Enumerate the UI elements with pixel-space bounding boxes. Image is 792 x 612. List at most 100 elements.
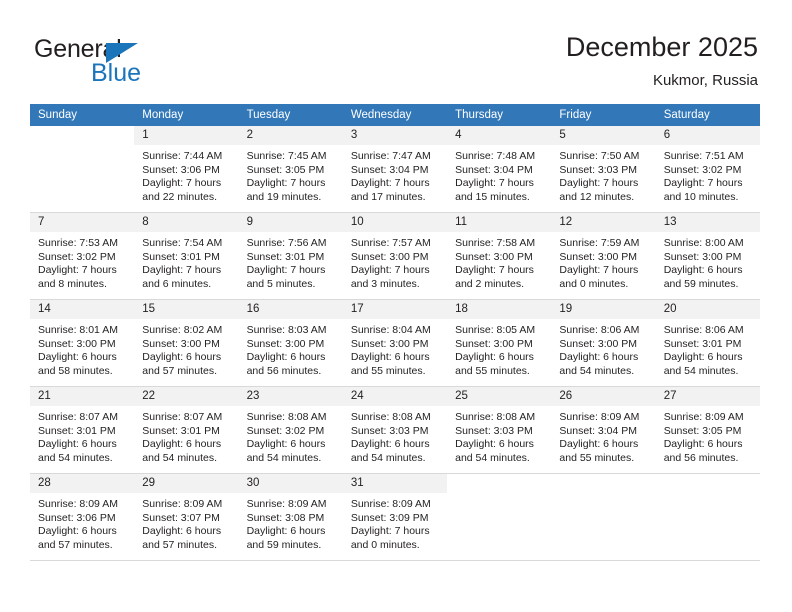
day-sun-info [30,145,134,150]
sunset-text: Sunset: 3:00 PM [455,337,533,350]
daylight-text-line2: and 8 minutes. [38,277,107,290]
day-number: 12 [551,213,656,232]
day-sun-info: Sunrise: 8:04 AM Sunset: 3:00 PM Daylight:… [343,319,447,378]
daylight-text-line2: and 0 minutes. [559,277,629,290]
daylight-text-line2: and 54 minutes. [38,451,113,464]
daylight-text-line2: and 15 minutes. [455,190,530,203]
calendar-day-cell[interactable]: 8 Sunrise: 7:54 AM Sunset: 3:01 PM Daylight… [134,212,239,300]
daylight-text-line1: Daylight: 6 hours [663,264,743,277]
calendar-day-cell[interactable]: 16 Sunrise: 8:03 AM Sunset: 3:00 PM Dayligh… [238,299,343,387]
weekday-header-friday: Friday [551,104,656,126]
brand-logo[interactable]: General Blue [34,36,234,92]
daylight-text-line1: Daylight: 6 hours [246,351,326,364]
daylight-text-line1: Daylight: 7 hours [350,264,430,277]
sunset-text: Sunset: 3:00 PM [246,337,325,350]
sunrise-text: Sunrise: 7:51 AM [663,150,744,162]
day-sun-info: Sunrise: 8:07 AM Sunset: 3:01 PM Daylight:… [134,406,238,465]
day-sun-info: Sunrise: 8:06 AM Sunset: 3:00 PM Daylight:… [551,319,655,378]
daylight-text-line2: and 56 minutes. [246,364,322,377]
sunrise-text: Sunrise: 8:09 AM [663,411,744,423]
calendar-day-cell[interactable]: 3 Sunrise: 7:47 AM Sunset: 3:04 PM Daylight… [342,126,448,213]
calendar-week-row: 28 Sunrise: 8:09 AM Sunset: 3:06 PM Dayligh… [30,473,760,561]
calendar-day-cell[interactable]: 4 Sunrise: 7:48 AM Sunset: 3:04 PM Daylight… [447,126,552,213]
daylight-text-line1: Daylight: 7 hours [455,264,534,277]
calendar-day-cell-empty [30,126,135,213]
sunset-text: Sunset: 3:00 PM [559,250,638,263]
calendar-day-cell[interactable]: 29 Sunrise: 8:09 AM Sunset: 3:07 PM Dayligh… [134,473,239,561]
weekday-header-saturday: Saturday [655,104,760,126]
day-number: 17 [342,300,448,319]
daylight-text-line1: Daylight: 6 hours [663,351,743,364]
daylight-text-line2: and 54 minutes. [142,451,217,464]
daylight-text-line2: and 6 minutes. [142,277,212,290]
calendar-day-cell[interactable]: 20 Sunrise: 8:06 AM Sunset: 3:01 PM Dayligh… [655,299,760,387]
calendar-day-cell[interactable]: 7 Sunrise: 7:53 AM Sunset: 3:02 PM Daylight… [30,212,135,300]
daylight-text-line2: and 58 minutes. [38,364,113,377]
sunset-text: Sunset: 3:06 PM [38,511,116,524]
sunset-text: Sunset: 3:04 PM [559,424,638,437]
day-sun-info: Sunrise: 7:57 AM Sunset: 3:00 PM Daylight:… [343,232,447,291]
calendar-day-cell[interactable]: 27 Sunrise: 8:09 AM Sunset: 3:05 PM Dayligh… [655,386,760,474]
sunrise-text: Sunrise: 7:45 AM [246,150,327,162]
sunrise-text: Sunrise: 8:08 AM [350,411,431,423]
day-number: 29 [134,474,239,493]
day-sun-info: Sunrise: 8:09 AM Sunset: 3:07 PM Daylight:… [134,493,238,552]
calendar-day-cell[interactable]: 13 Sunrise: 8:00 AM Sunset: 3:00 PM Dayligh… [655,212,760,300]
calendar-day-cell[interactable]: 23 Sunrise: 8:08 AM Sunset: 3:02 PM Dayligh… [238,386,343,474]
day-sun-info: Sunrise: 7:54 AM Sunset: 3:01 PM Daylight:… [134,232,238,291]
daylight-text-line1: Daylight: 6 hours [559,438,639,451]
calendar-day-cell[interactable]: 22 Sunrise: 8:07 AM Sunset: 3:01 PM Dayligh… [134,386,239,474]
calendar-day-cell[interactable]: 26 Sunrise: 8:09 AM Sunset: 3:04 PM Dayligh… [551,386,656,474]
calendar-day-cell[interactable]: 2 Sunrise: 7:45 AM Sunset: 3:05 PM Daylight… [238,126,343,213]
calendar-day-cell[interactable]: 15 Sunrise: 8:02 AM Sunset: 3:00 PM Dayligh… [134,299,239,387]
sunset-text: Sunset: 3:01 PM [246,250,325,263]
day-number: 1 [134,126,239,145]
weekday-header-wednesday: Wednesday [342,104,448,126]
calendar-day-cell[interactable]: 6 Sunrise: 7:51 AM Sunset: 3:02 PM Daylight… [655,126,760,213]
calendar-day-cell[interactable]: 25 Sunrise: 8:08 AM Sunset: 3:03 PM Dayligh… [447,386,552,474]
calendar-day-cell[interactable]: 11 Sunrise: 7:58 AM Sunset: 3:00 PM Dayligh… [447,212,552,300]
calendar-day-cell[interactable]: 19 Sunrise: 8:06 AM Sunset: 3:00 PM Dayligh… [551,299,656,387]
sunset-text: Sunset: 3:00 PM [455,250,533,263]
day-number: 30 [238,474,343,493]
calendar-day-cell[interactable]: 28 Sunrise: 8:09 AM Sunset: 3:06 PM Dayligh… [30,473,135,561]
brand-name-bottom: Blue [91,59,142,87]
sunset-text: Sunset: 3:00 PM [350,337,429,350]
calendar-day-cell[interactable]: 5 Sunrise: 7:50 AM Sunset: 3:03 PM Daylight… [551,126,656,213]
page-header: General Blue December 2025 Kukmor, Russi… [0,0,792,104]
calendar-day-cell[interactable]: 18 Sunrise: 8:05 AM Sunset: 3:00 PM Dayligh… [447,299,552,387]
sunset-text: Sunset: 3:07 PM [142,511,220,524]
calendar-day-cell[interactable]: 9 Sunrise: 7:56 AM Sunset: 3:01 PM Daylight… [238,212,343,300]
calendar-day-cell[interactable]: 12 Sunrise: 7:59 AM Sunset: 3:00 PM Dayligh… [551,212,656,300]
day-sun-info: Sunrise: 8:09 AM Sunset: 3:08 PM Daylight:… [239,493,343,552]
day-number: 8 [134,213,239,232]
sunset-text: Sunset: 3:05 PM [663,424,742,437]
calendar-day-cell[interactable]: 1 Sunrise: 7:44 AM Sunset: 3:06 PM Daylight… [134,126,239,213]
day-sun-info: Sunrise: 7:44 AM Sunset: 3:06 PM Daylight:… [134,145,238,204]
calendar-day-cell[interactable]: 31 Sunrise: 8:09 AM Sunset: 3:09 PM Dayligh… [342,473,448,561]
day-sun-info: Sunrise: 8:08 AM Sunset: 3:03 PM Daylight:… [343,406,447,465]
calendar-day-cell[interactable]: 14 Sunrise: 8:01 AM Sunset: 3:00 PM Dayligh… [30,299,135,387]
daylight-text-line2: and 12 minutes. [559,190,635,203]
calendar-day-cell[interactable]: 17 Sunrise: 8:04 AM Sunset: 3:00 PM Dayligh… [342,299,448,387]
calendar-day-cell[interactable]: 10 Sunrise: 7:57 AM Sunset: 3:00 PM Dayligh… [342,212,448,300]
daylight-text-line1: Daylight: 7 hours [559,264,639,277]
sunset-text: Sunset: 3:02 PM [38,250,116,263]
sunset-text: Sunset: 3:03 PM [559,163,638,176]
day-number: 19 [551,300,656,319]
day-sun-info: Sunrise: 7:51 AM Sunset: 3:02 PM Daylight:… [656,145,760,204]
day-number: 25 [447,387,552,406]
daylight-text-line1: Daylight: 6 hours [142,525,222,538]
sunset-text: Sunset: 3:00 PM [663,250,742,263]
day-number: 23 [238,387,343,406]
day-sun-info [447,493,551,498]
calendar-day-cell[interactable]: 21 Sunrise: 8:07 AM Sunset: 3:01 PM Dayligh… [30,386,135,474]
calendar-day-cell[interactable]: 30 Sunrise: 8:09 AM Sunset: 3:08 PM Dayligh… [238,473,343,561]
daylight-text-line2: and 56 minutes. [663,451,739,464]
calendar-day-cell[interactable]: 24 Sunrise: 8:08 AM Sunset: 3:03 PM Dayligh… [342,386,448,474]
sunrise-text: Sunrise: 7:59 AM [559,237,640,249]
day-number: 2 [238,126,343,145]
day-sun-info: Sunrise: 8:08 AM Sunset: 3:03 PM Daylight:… [447,406,551,465]
sunset-text: Sunset: 3:03 PM [455,424,533,437]
daylight-text-line1: Daylight: 6 hours [38,351,117,364]
